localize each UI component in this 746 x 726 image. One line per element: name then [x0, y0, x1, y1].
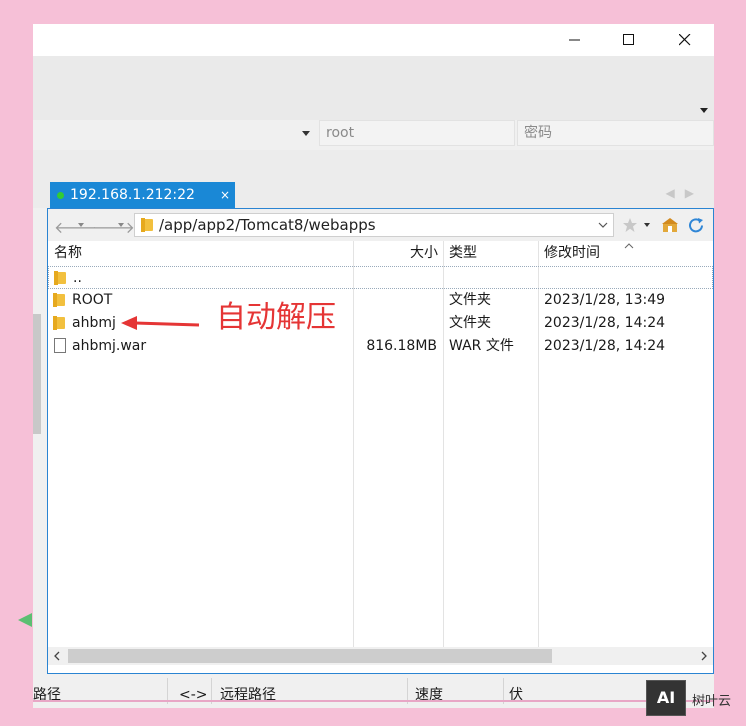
forward-history-caret-icon[interactable]: [118, 223, 124, 227]
file-modified: 2023/1/28, 14:24: [544, 315, 666, 331]
file-list-header: 名称 大小 类型 修改时间: [48, 241, 713, 265]
tab-scroll-arrows[interactable]: ◀▶: [666, 186, 704, 200]
close-button[interactable]: [662, 24, 708, 56]
sftp-window: root 密码 192.168.1.212:22 × ◀▶ 🡐 🡒 /app/a…: [33, 24, 714, 708]
watermark-text: 树叶云: [692, 694, 732, 709]
folder-icon: [53, 316, 65, 330]
back-arrow-icon[interactable]: 🡐: [54, 217, 97, 237]
toolbar-overflow-arrow-icon[interactable]: [700, 108, 708, 113]
maximize-button[interactable]: [606, 24, 652, 56]
file-icon: [54, 338, 66, 353]
session-tab-strip: 192.168.1.212:22 × ◀▶: [33, 150, 714, 208]
folder-icon: [141, 218, 153, 232]
title-bar: [33, 24, 714, 56]
table-row[interactable]: ROOT 文件夹 2023/1/28, 13:49: [48, 289, 713, 312]
file-type: 文件夹: [449, 292, 491, 308]
file-name: ..: [73, 270, 82, 286]
path-input[interactable]: /app/app2/Tomcat8/webapps: [134, 213, 614, 237]
back-history-caret-icon[interactable]: [78, 223, 84, 227]
password-field[interactable]: 密码: [517, 120, 714, 146]
home-icon[interactable]: [662, 217, 678, 233]
minimize-icon: [569, 39, 580, 41]
username-field[interactable]: root: [319, 120, 515, 146]
horizontal-scrollbar[interactable]: [48, 647, 713, 665]
folder-icon: [54, 271, 66, 285]
forward-arrow-icon[interactable]: 🡒: [92, 217, 135, 237]
refresh-icon[interactable]: [688, 217, 705, 234]
file-modified: 2023/1/28, 14:24: [544, 338, 666, 354]
table-row[interactable]: ahbmj.war 816.18MB WAR 文件 2023/1/28, 14:…: [48, 335, 713, 358]
session-tab-label: 192.168.1.212:22: [70, 187, 195, 203]
path-text: /app/app2/Tomcat8/webapps: [159, 216, 376, 234]
left-pane-scrollbar[interactable]: [33, 314, 41, 434]
remote-file-panel: 🡐 🡒 /app/app2/Tomcat8/webapps 名称 大小 类型 修…: [47, 208, 714, 674]
column-header-type[interactable]: 类型: [449, 241, 477, 265]
session-tab[interactable]: 192.168.1.212:22 ×: [50, 182, 235, 208]
column-header-name[interactable]: 名称: [54, 241, 82, 265]
scrollbar-thumb[interactable]: [68, 649, 552, 663]
status-underline: [33, 700, 714, 702]
close-icon: [679, 34, 691, 46]
table-row[interactable]: ..: [48, 266, 713, 289]
file-modified: 2023/1/28, 13:49: [544, 292, 666, 308]
annotation-arrow-icon: [121, 316, 200, 330]
watermark-logo: AI: [646, 680, 686, 716]
annotation-text: 自动解压: [216, 300, 336, 335]
file-type: WAR 文件: [449, 338, 514, 354]
file-size: 816.18MB: [366, 338, 437, 354]
connected-status-icon: [57, 192, 64, 199]
sort-ascending-icon: [624, 243, 634, 249]
bookmark-star-icon[interactable]: [622, 217, 638, 233]
scroll-left-icon[interactable]: [53, 651, 61, 661]
maximize-icon: [623, 34, 634, 45]
watermark: AI 树叶云: [646, 680, 736, 720]
path-toolbar: 🡐 🡒 /app/app2/Tomcat8/webapps: [48, 209, 713, 241]
column-header-size[interactable]: 大小: [410, 241, 438, 265]
bookmark-caret-icon[interactable]: [644, 223, 650, 227]
scroll-right-icon[interactable]: [700, 651, 708, 661]
transfer-status-bar: 路径 <-> 远程路径 速度 伏: [33, 674, 714, 708]
host-dropdown-arrow-icon[interactable]: [302, 131, 310, 136]
file-name: ROOT: [72, 292, 113, 308]
file-type: 文件夹: [449, 315, 491, 331]
connection-bar: root 密码: [33, 120, 714, 150]
tab-close-icon[interactable]: ×: [220, 182, 230, 208]
folder-icon: [53, 293, 65, 307]
corner-triangle-icon: [18, 613, 32, 627]
file-name: ahbmj: [72, 315, 116, 331]
minimize-button[interactable]: [552, 24, 598, 56]
column-header-modified[interactable]: 修改时间: [544, 241, 600, 265]
chevron-down-icon[interactable]: [598, 222, 608, 229]
file-name: ahbmj.war: [72, 338, 147, 354]
toolbar-area: [33, 56, 714, 120]
